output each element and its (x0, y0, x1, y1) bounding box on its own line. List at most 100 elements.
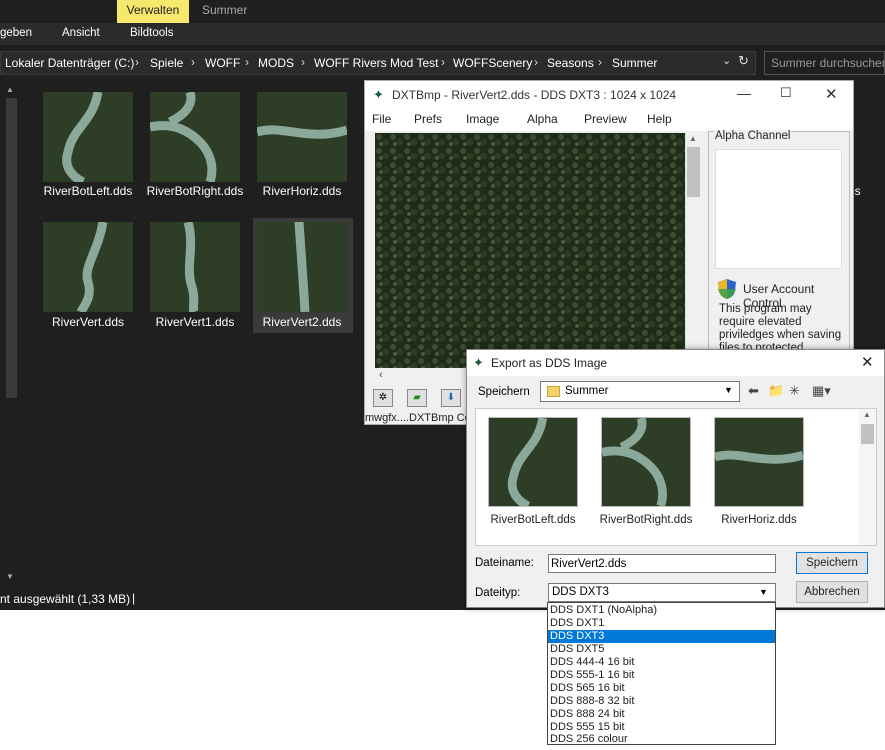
breadcrumb-seasons[interactable]: Seasons (547, 56, 594, 70)
file-list[interactable]: RiverBotLeft.dds RiverBotRight.dds River… (475, 408, 877, 546)
save-in-label: Speichern (478, 386, 530, 398)
file-name[interactable]: RiverVert1.dds (142, 315, 248, 329)
title-bar[interactable]: ✦ DXTBmp - RiverVert2.dds - DDS DXT3 : 1… (365, 81, 853, 109)
dialog-title-bar[interactable]: ✦ Export as DDS Image ✕ (467, 350, 884, 376)
breadcrumb-woff[interactable]: WOFF (205, 56, 240, 70)
breadcrumb-rivers-mod[interactable]: WOFF Rivers Mod Test (314, 56, 438, 70)
address-bar[interactable]: Lokaler Datenträger (C:) › Spiele › WOFF… (0, 51, 756, 75)
river-horiz-thumbnail[interactable] (257, 92, 347, 182)
tab-freigeben[interactable]: geben (0, 27, 32, 39)
tab-ansicht[interactable]: Ansicht (62, 27, 100, 39)
river-bot-right-thumbnail[interactable] (150, 92, 240, 182)
scrollbar-thumb[interactable] (861, 424, 874, 444)
river-bot-right-thumbnail[interactable] (601, 417, 691, 507)
file-name[interactable]: RiverHoriz.dds (704, 514, 814, 526)
filetype-option[interactable]: DDS 444-4 16 bit (548, 656, 775, 669)
scroll-down-icon[interactable]: ▼ (6, 572, 14, 581)
close-icon[interactable]: ✕ (825, 85, 838, 103)
address-row: Lokaler Datenträger (C:) › Spiele › WOFF… (0, 48, 885, 78)
filetype-option[interactable]: DDS DXT5 (548, 643, 775, 656)
chevron-right-icon: › (301, 55, 305, 69)
dxtbmp-app-icon: ✦ (373, 87, 384, 102)
filetype-option[interactable]: DDS 555-1 16 bit (548, 669, 775, 682)
chevron-down-icon[interactable]: ▼ (724, 385, 733, 395)
butterfly-icon[interactable]: ✲ (373, 389, 393, 407)
filetype-option[interactable]: DDS 888-8 32 bit (548, 695, 775, 708)
new-folder-icon[interactable]: ✳ (789, 383, 800, 399)
save-button[interactable]: Speichern (796, 552, 868, 574)
export-dialog: ✦ Export as DDS Image ✕ Speichern Summer… (466, 349, 885, 608)
horizontal-scrollbar[interactable]: ‹ (375, 368, 465, 384)
search-input[interactable]: Summer durchsuchen (764, 51, 885, 75)
breadcrumb-woffscenery[interactable]: WOFFScenery (453, 56, 532, 70)
folder-name: Summer (565, 385, 609, 397)
filetype-option-selected[interactable]: DDS DXT3 (548, 630, 775, 643)
maximize-icon[interactable]: ☐ (780, 85, 792, 101)
image-canvas[interactable] (375, 133, 685, 368)
filetype-option[interactable]: DDS DXT1 (548, 617, 775, 630)
filetype-dropdown-list: DDS DXT1 (NoAlpha) DDS DXT1 DDS DXT3 DDS… (547, 602, 776, 745)
file-name[interactable]: RiverBotLeft.dds (35, 184, 141, 198)
scroll-up-icon[interactable]: ▲ (689, 134, 697, 143)
filename-label: Dateiname: (475, 557, 534, 569)
chevron-right-icon: › (441, 55, 445, 69)
breadcrumb-mods[interactable]: MODS (258, 56, 294, 70)
filetype-select[interactable]: DDS DXT3 ▼ (548, 583, 776, 602)
up-folder-icon[interactable]: 📁 (768, 383, 784, 399)
filename-input[interactable] (548, 554, 776, 573)
view-menu-icon[interactable]: ▦▾ (812, 383, 831, 399)
filetype-option[interactable]: DDS 256 colour (548, 734, 775, 745)
scroll-left-icon[interactable]: ‹ (379, 369, 383, 381)
scrollbar-thumb[interactable] (687, 147, 700, 197)
menu-image[interactable]: Image (466, 112, 499, 126)
filetype-option[interactable]: DDS 565 16 bit (548, 682, 775, 695)
refresh-icon[interactable]: ↻ (738, 53, 749, 69)
file-name-text: RiverBotRight.dds (146, 184, 244, 198)
breadcrumb-summer[interactable]: Summer (612, 56, 657, 70)
chevron-down-icon[interactable]: ▼ (759, 587, 768, 597)
toolbar: ✲ ▰ ⬇ (369, 387, 479, 411)
chevron-right-icon: › (598, 55, 602, 69)
window-title-summer: Summer (202, 3, 248, 17)
scrollbar-thumb[interactable] (6, 98, 17, 398)
river-vert-thumbnail[interactable] (43, 222, 133, 312)
file-name[interactable]: RiverVert.dds (35, 315, 141, 329)
river-vert1-thumbnail[interactable] (150, 222, 240, 312)
folder-icon (547, 386, 560, 397)
tab-bildtools[interactable]: Bildtools (130, 27, 173, 39)
close-icon[interactable]: ✕ (861, 353, 874, 371)
chevron-down-icon[interactable]: ⌄ (722, 54, 731, 67)
menu-preview[interactable]: Preview (584, 112, 627, 126)
menu-prefs[interactable]: Prefs (414, 112, 442, 126)
river-bot-left-thumbnail[interactable] (43, 92, 133, 182)
breadcrumb-spiele[interactable]: Spiele (150, 56, 183, 70)
river-bot-left-thumbnail[interactable] (488, 417, 578, 507)
menu-file[interactable]: File (372, 112, 391, 126)
menu-help[interactable]: Help (647, 112, 672, 126)
file-name[interactable]: RiverBotLeft.dds (478, 514, 588, 526)
menu-bar: File Prefs Image Alpha Preview Help (365, 109, 853, 131)
scroll-up-icon[interactable]: ▲ (863, 410, 871, 419)
tab-verwalten[interactable]: Verwalten (117, 0, 189, 23)
filetype-option[interactable]: DDS DXT1 (NoAlpha) (548, 604, 775, 617)
river-vert2-thumbnail[interactable] (257, 222, 347, 312)
back-arrow-icon[interactable]: ⬅ (748, 383, 759, 399)
file-name[interactable]: RiverBotRight.dds (591, 514, 701, 526)
status-divider: | (132, 591, 136, 605)
folder-select[interactable]: Summer ▼ (540, 381, 740, 402)
file-name[interactable]: RiverVert2.dds (249, 315, 355, 329)
chevron-right-icon: › (191, 55, 195, 69)
cancel-button[interactable]: Abbrechen (796, 581, 868, 603)
open-folder-icon[interactable]: ▰ (407, 389, 427, 407)
file-name[interactable]: RiverBotRight.dds (142, 184, 248, 198)
minimize-icon[interactable]: — (737, 85, 751, 101)
filetype-option[interactable]: DDS 888 24 bit (548, 708, 775, 721)
scroll-up-icon[interactable]: ▲ (6, 85, 14, 94)
menu-alpha[interactable]: Alpha (527, 112, 558, 126)
breadcrumb-drive[interactable]: Lokaler Datenträger (C:) (5, 56, 134, 70)
save-icon[interactable]: ⬇ (441, 389, 461, 407)
river-horiz-thumbnail[interactable] (714, 417, 804, 507)
file-name[interactable]: RiverHoriz.dds (249, 184, 355, 198)
dxtbmp-app-icon: ✦ (473, 355, 484, 370)
filetype-value: DDS DXT3 (552, 586, 609, 598)
